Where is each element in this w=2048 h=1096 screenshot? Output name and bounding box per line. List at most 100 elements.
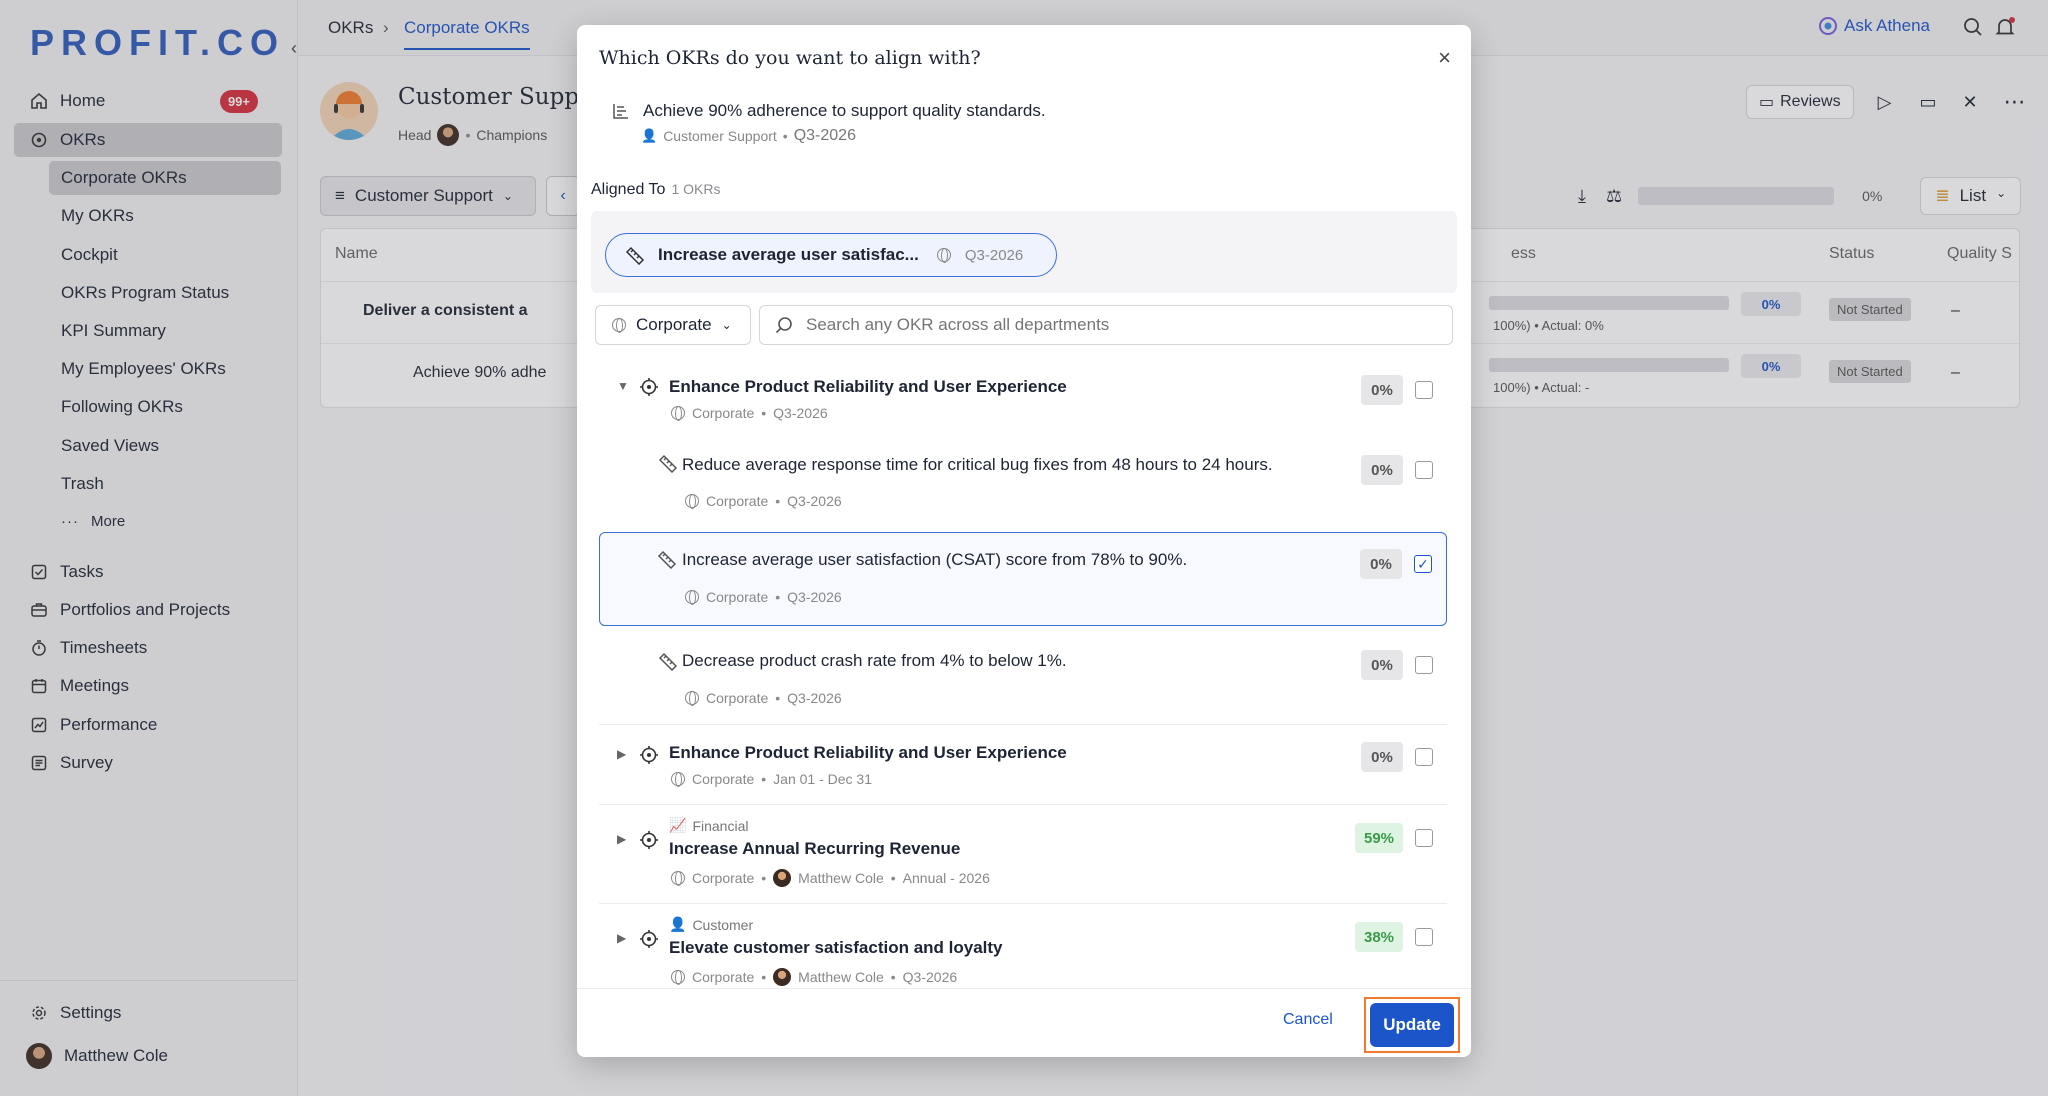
source-okr-meta: 👤 Customer Support • Q3-2026 [641, 127, 856, 145]
okr-progress-badge: 0% [1361, 455, 1403, 485]
okr-select-checkbox[interactable] [1415, 461, 1433, 479]
objective-target-icon [640, 831, 658, 849]
okr-meta: Corporate • Matthew Cole • Q3-2026 [671, 968, 957, 986]
okr-title: Increase average user satisfaction (CSAT… [682, 550, 1188, 569]
okr-progress-badge: 0% [1360, 549, 1402, 579]
perspective-label: 👤 Customer [669, 916, 753, 933]
ruler-icon [657, 550, 677, 569]
close-icon[interactable]: × [1438, 45, 1451, 71]
okr-select-checkbox[interactable] [1415, 829, 1433, 847]
separator-dot: • [890, 870, 896, 886]
okr-title: Enhance Product Reliability and User Exp… [669, 377, 1067, 396]
objective-target-icon [640, 930, 658, 948]
caret-right-icon[interactable]: ▶ [617, 931, 626, 945]
separator-dot: • [775, 589, 781, 605]
okr-period: Q3-2026 [787, 589, 842, 605]
cancel-button[interactable]: Cancel [1283, 1011, 1333, 1029]
okr-meta: Corporate • Q3-2026 [685, 690, 842, 706]
okr-title: Reduce average response time for critica… [682, 455, 1273, 474]
okr-select-checkbox[interactable] [1415, 748, 1433, 766]
list-item-objective[interactable]: ▼ Enhance Product Reliability and User E… [599, 359, 1447, 439]
okr-period: Q3-2026 [787, 690, 842, 706]
okr-select-checkbox-checked[interactable]: ✓ [1414, 555, 1432, 573]
okr-select-checkbox[interactable] [1415, 928, 1433, 946]
list-item-key-result-selected[interactable]: Increase average user satisfaction (CSAT… [599, 532, 1447, 626]
okr-search-box[interactable] [759, 305, 1453, 345]
okr-owner: Matthew Cole [798, 969, 884, 985]
chip-period: Q3-2026 [964, 246, 1024, 264]
trend-icon: 📈 [669, 817, 687, 833]
ruler-icon [625, 246, 645, 265]
list-item-objective[interactable]: ▶ 👤 Customer Elevate customer satisfactio… [599, 904, 1447, 997]
globe-icon [671, 970, 685, 985]
okr-search-input[interactable] [806, 315, 1426, 335]
okr-title: Enhance Product Reliability and User Exp… [669, 743, 1067, 762]
separator-dot: • [775, 690, 781, 706]
okr-select-checkbox[interactable] [1415, 656, 1433, 674]
aligned-count: 1 OKRs [671, 181, 721, 197]
search-icon [775, 317, 792, 334]
okr-meta: Corporate • Q3-2026 [685, 493, 842, 509]
okr-meta: Corporate • Jan 01 - Dec 31 [671, 771, 872, 787]
caret-right-icon[interactable]: ▶ [617, 747, 626, 761]
checkmark-icon: ✓ [1417, 555, 1429, 572]
list-item-objective[interactable]: ▶ Enhance Product Reliability and User E… [599, 725, 1447, 805]
separator-dot: • [761, 405, 767, 421]
separator-dot: • [761, 969, 767, 985]
globe-icon [671, 871, 685, 886]
okr-meta: Corporate • Q3-2026 [671, 405, 828, 421]
owner-avatar [773, 968, 792, 986]
okr-title: Decrease product crash rate from 4% to b… [682, 651, 1067, 670]
dialog-title: Which OKRs do you want to align with? [599, 47, 981, 69]
scope-dropdown[interactable]: Corporate ⌄ [595, 305, 751, 345]
objective-target-icon [640, 378, 658, 396]
okr-title: Increase Annual Recurring Revenue [669, 839, 961, 858]
okr-meta: Corporate • Matthew Cole • Annual - 2026 [671, 869, 990, 887]
perspective-label: 📈 Financial [669, 817, 748, 834]
list-item-objective[interactable]: ▶ 📈 Financial Increase Annual Recurring R… [599, 805, 1447, 904]
source-period: Q3-2026 [793, 127, 856, 144]
perspective-text: Customer [692, 916, 754, 933]
caret-right-icon[interactable]: ▶ [617, 832, 626, 846]
objective-target-icon [640, 746, 658, 764]
okr-owner: Matthew Cole [798, 870, 884, 886]
okr-dept: Corporate [706, 690, 769, 706]
list-item-key-result[interactable]: Reduce average response time for critica… [599, 439, 1447, 529]
okr-dept: Corporate [692, 771, 755, 787]
okr-progress-badge: 0% [1361, 650, 1403, 680]
separator-dot: • [782, 128, 788, 144]
update-button[interactable]: Update [1370, 1003, 1454, 1047]
globe-icon [685, 590, 699, 605]
perspective-text: Financial [692, 817, 749, 834]
align-okr-dialog: Which OKRs do you want to align with? × … [577, 25, 1471, 1057]
okr-title: Elevate customer satisfaction and loyalt… [669, 938, 1003, 957]
list-item-key-result[interactable]: Decrease product crash rate from 4% to b… [599, 629, 1447, 725]
okr-progress-badge: 38% [1355, 922, 1403, 952]
owner-avatar [773, 869, 792, 887]
okr-dept: Corporate [706, 589, 769, 605]
okr-progress-badge: 59% [1355, 823, 1403, 853]
okr-period: Jan 01 - Dec 31 [773, 771, 873, 787]
caret-down-icon[interactable]: ▼ [617, 379, 629, 393]
globe-icon [671, 772, 685, 787]
aligned-chip-area: Increase average user satisfac... Q3-202… [591, 211, 1457, 293]
source-okr: Achieve 90% adherence to support quality… [611, 101, 1046, 121]
globe-icon [936, 248, 951, 263]
okr-period: Q3-2026 [787, 493, 842, 509]
source-okr-title: Achieve 90% adherence to support quality… [643, 101, 1046, 120]
chevron-down-icon: ⌄ [721, 318, 732, 332]
separator-dot: • [761, 870, 767, 886]
okr-period: Annual - 2026 [902, 870, 990, 886]
globe-icon [612, 318, 626, 333]
globe-icon [685, 691, 699, 706]
aligned-to-text: Aligned To [591, 181, 666, 198]
aligned-to-label: Aligned To 1 OKRs [591, 181, 720, 199]
okr-dept: Corporate [706, 493, 769, 509]
globe-icon [685, 494, 699, 509]
okr-select-checkbox[interactable] [1415, 381, 1433, 399]
okr-dept: Corporate [692, 405, 755, 421]
okr-progress-badge: 0% [1361, 375, 1403, 405]
separator-dot: • [890, 969, 896, 985]
aligned-okr-chip[interactable]: Increase average user satisfac... Q3-202… [605, 233, 1057, 277]
ruler-icon [658, 652, 678, 671]
